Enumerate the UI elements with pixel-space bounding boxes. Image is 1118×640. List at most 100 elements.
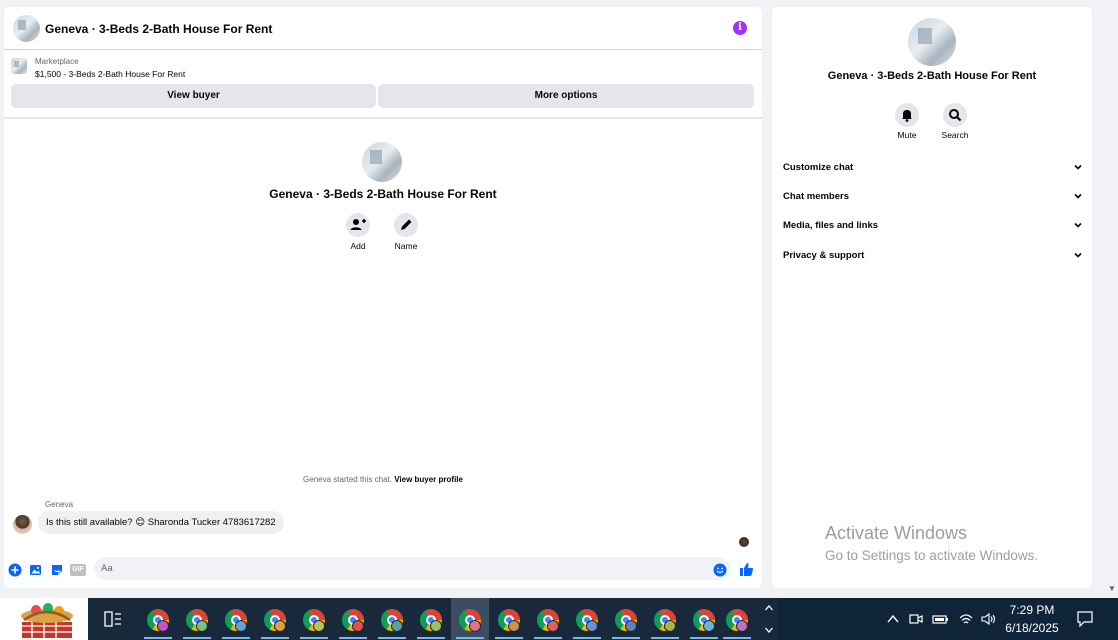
sender-name: Geneva bbox=[45, 500, 74, 509]
pencil-icon bbox=[401, 219, 412, 230]
running-indicator bbox=[495, 637, 523, 639]
conversation-title: Geneva · 3-Beds 2-Bath House For Rent bbox=[269, 187, 497, 201]
side-title: Geneva · 3-Beds 2-Bath House For Rent bbox=[827, 70, 1037, 82]
taskbar: 7:29 PM 6/18/2025 bbox=[0, 598, 1118, 640]
add-person-icon bbox=[350, 219, 366, 230]
running-indicator bbox=[378, 637, 406, 639]
emoji-icon[interactable] bbox=[713, 563, 727, 577]
running-indicator bbox=[723, 637, 751, 639]
running-indicator bbox=[300, 637, 328, 639]
profile-badge-icon bbox=[625, 620, 637, 632]
taskbar-apps bbox=[88, 598, 778, 640]
wifi-icon[interactable] bbox=[958, 612, 974, 626]
chat-members-item[interactable]: Chat members bbox=[783, 191, 1083, 202]
mute-button[interactable] bbox=[895, 103, 919, 127]
profile-badge-icon bbox=[352, 620, 364, 632]
system-tray: 7:29 PM 6/18/2025 bbox=[778, 598, 1118, 640]
profile-badge-icon bbox=[703, 620, 715, 632]
message-input[interactable] bbox=[94, 557, 730, 580]
chat-panel: Geneva · 3-Beds 2-Bath House For Rent i … bbox=[4, 7, 762, 588]
listing-price-title[interactable]: $1,500 - 3-Beds 2-Bath House For Rent bbox=[35, 69, 185, 79]
chevron-down-icon bbox=[1074, 222, 1082, 228]
running-indicator bbox=[261, 637, 289, 639]
profile-badge-icon bbox=[196, 620, 208, 632]
activate-windows-title: Activate Windows bbox=[825, 523, 968, 543]
running-indicator bbox=[339, 637, 367, 639]
search-label: Search bbox=[941, 130, 969, 140]
clock-date[interactable]: 6/18/2025 bbox=[992, 621, 1072, 635]
running-indicator bbox=[690, 637, 718, 639]
read-receipt-avatar bbox=[739, 537, 749, 547]
photo-icon[interactable] bbox=[29, 563, 43, 577]
profile-badge-icon bbox=[313, 620, 325, 632]
thumbs-up-icon[interactable] bbox=[739, 562, 754, 577]
message-bubble[interactable]: Is this still available? 😊 Sharonda Tuck… bbox=[38, 511, 284, 534]
bell-icon bbox=[902, 110, 912, 122]
taskbar-scroll-arrows-icon[interactable] bbox=[764, 603, 774, 635]
view-buyer-button[interactable]: View buyer bbox=[11, 84, 376, 108]
system-message: Geneva started this chat. View buyer pro… bbox=[4, 475, 762, 484]
running-indicator bbox=[534, 637, 562, 639]
meet-now-icon[interactable] bbox=[908, 612, 924, 626]
task-view-icon[interactable] bbox=[104, 611, 122, 627]
profile-badge-icon bbox=[157, 620, 169, 632]
running-indicator bbox=[573, 637, 601, 639]
profile-badge-icon bbox=[547, 620, 559, 632]
profile-badge-icon bbox=[664, 620, 676, 632]
customize-chat-item[interactable]: Customize chat bbox=[783, 162, 1083, 173]
privacy-support-label: Privacy & support bbox=[783, 250, 865, 261]
media-files-links-item[interactable]: Media, files and links bbox=[783, 220, 1083, 231]
composer: GIF bbox=[4, 555, 762, 588]
system-message-text: Geneva started this chat. bbox=[303, 475, 392, 484]
profile-badge-icon bbox=[508, 620, 520, 632]
running-indicator bbox=[417, 637, 445, 639]
gif-icon[interactable]: GIF bbox=[70, 564, 86, 576]
running-indicator bbox=[183, 637, 211, 639]
running-indicator bbox=[651, 637, 679, 639]
view-buyer-profile-link[interactable]: View buyer profile bbox=[394, 475, 463, 484]
chevron-down-icon bbox=[1074, 193, 1082, 199]
chevron-down-icon bbox=[1074, 252, 1082, 258]
picnic-basket-icon bbox=[21, 603, 73, 638]
profile-badge-icon bbox=[736, 620, 748, 632]
name-label: Name bbox=[394, 241, 418, 251]
privacy-support-item[interactable]: Privacy & support bbox=[783, 250, 1083, 261]
marketplace-label: Marketplace bbox=[35, 57, 79, 66]
sticker-icon[interactable] bbox=[50, 563, 64, 577]
more-options-button[interactable]: More options bbox=[378, 84, 754, 108]
scroll-down-arrow[interactable]: ▼ bbox=[1106, 584, 1118, 596]
divider bbox=[4, 117, 762, 119]
sender-avatar[interactable] bbox=[13, 515, 32, 534]
profile-badge-icon bbox=[235, 620, 247, 632]
search-button[interactable] bbox=[943, 103, 967, 127]
profile-badge-icon bbox=[469, 620, 481, 632]
mute-label: Mute bbox=[897, 130, 917, 140]
start-area[interactable] bbox=[0, 598, 88, 640]
notification-icon[interactable] bbox=[1076, 610, 1094, 628]
plus-circle-icon[interactable] bbox=[8, 563, 22, 577]
media-files-links-label: Media, files and links bbox=[783, 220, 879, 231]
search-icon bbox=[949, 109, 962, 122]
chevron-up-icon[interactable] bbox=[886, 613, 900, 625]
marketplace-listing-bar: Marketplace $1,500 - 3-Beds 2-Bath House… bbox=[4, 51, 762, 115]
conversation-avatar bbox=[362, 142, 402, 182]
name-button[interactable] bbox=[394, 213, 418, 237]
running-indicator bbox=[144, 637, 172, 639]
side-listing-avatar[interactable] bbox=[908, 18, 956, 66]
add-people-button[interactable] bbox=[346, 213, 370, 237]
add-label: Add bbox=[350, 241, 366, 251]
listing-small-thumbnail[interactable] bbox=[11, 58, 27, 74]
info-icon[interactable]: i bbox=[733, 21, 747, 35]
chevron-down-icon bbox=[1074, 164, 1082, 170]
activate-windows-subtitle: Go to Settings to activate Windows. bbox=[825, 548, 1039, 563]
listing-thumbnail[interactable] bbox=[13, 15, 40, 42]
running-indicator bbox=[612, 637, 640, 639]
profile-badge-icon bbox=[586, 620, 598, 632]
side-panel: Geneva · 3-Beds 2-Bath House For Rent Mu… bbox=[772, 7, 1092, 588]
battery-icon[interactable] bbox=[932, 612, 950, 626]
chat-title[interactable]: Geneva · 3-Beds 2-Bath House For Rent bbox=[45, 22, 272, 36]
profile-badge-icon bbox=[430, 620, 442, 632]
profile-badge-icon bbox=[274, 620, 286, 632]
clock-time[interactable]: 7:29 PM bbox=[992, 603, 1072, 617]
chat-header: Geneva · 3-Beds 2-Bath House For Rent i bbox=[4, 7, 762, 50]
